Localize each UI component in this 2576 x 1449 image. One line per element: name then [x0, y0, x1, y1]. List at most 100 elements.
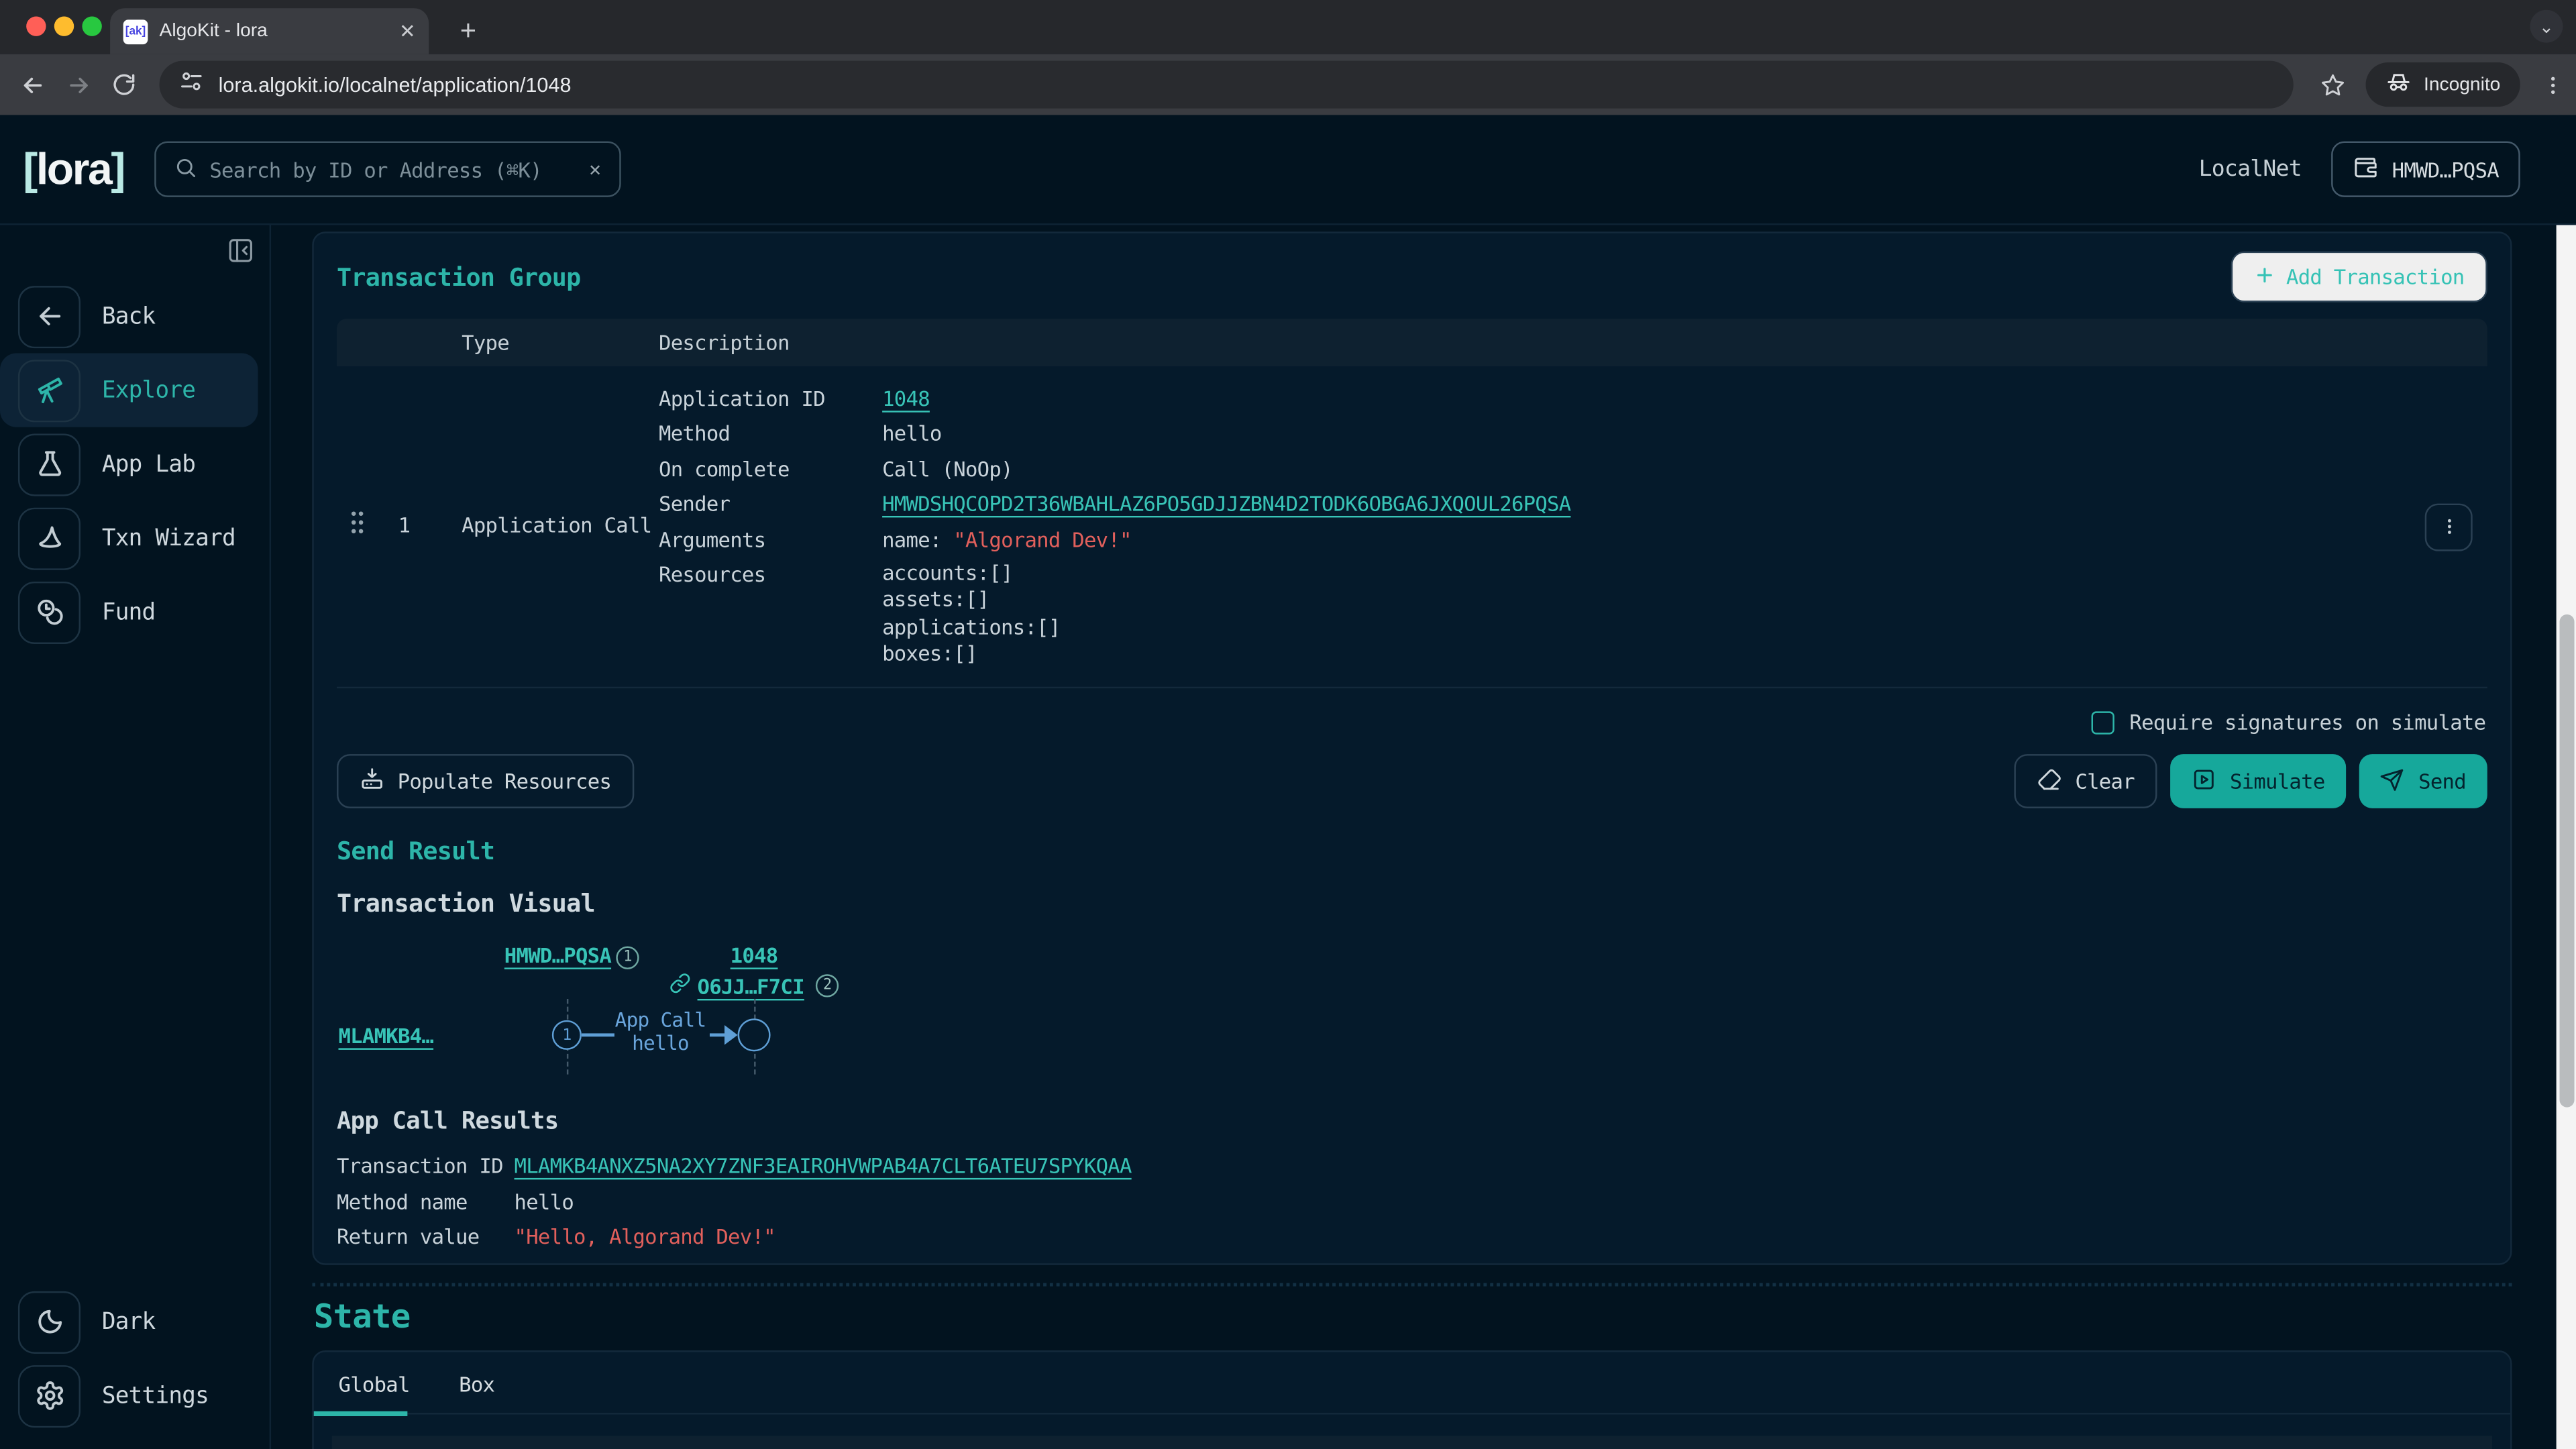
transaction-group-card: Transaction Group Add Transaction Type — [312, 231, 2512, 1265]
sidebar-item-settings[interactable]: Settings — [0, 1358, 258, 1432]
search-icon — [173, 154, 196, 185]
url-text[interactable]: lora.algokit.io/localnet/application/104… — [219, 73, 572, 96]
macos-minimize-button[interactable] — [54, 16, 74, 36]
search-input[interactable] — [209, 157, 576, 182]
site-settings-icon[interactable] — [179, 68, 204, 101]
incognito-icon — [2386, 69, 2412, 101]
bookmark-star-icon[interactable] — [2310, 62, 2357, 108]
moon-icon — [18, 1291, 80, 1353]
populate-resources-button[interactable]: Populate Resources — [337, 755, 634, 809]
sidebar-item-app-lab[interactable]: App Lab — [0, 427, 258, 501]
account-badge: 1 — [616, 947, 639, 969]
gear-icon — [18, 1364, 80, 1427]
page-scrollbar[interactable] — [2557, 225, 2576, 1449]
column-description: Description — [659, 330, 2487, 355]
field-label: Resources — [659, 557, 882, 667]
telescope-icon — [18, 359, 80, 421]
plus-icon — [2253, 264, 2275, 290]
send-button[interactable]: Send — [2359, 755, 2487, 809]
arrow-left-icon — [18, 285, 80, 347]
browser-toolbar: lora.algokit.io/localnet/application/104… — [0, 54, 2576, 115]
row-type: Application Call — [442, 512, 659, 537]
group-badge: 2 — [816, 975, 839, 998]
visual-app-link[interactable]: 1048 — [731, 943, 778, 968]
incognito-label: Incognito — [2424, 74, 2500, 94]
state-table-header: Key Type Value — [332, 1436, 2492, 1449]
edge-line — [710, 1034, 726, 1037]
macos-close-button[interactable] — [26, 16, 46, 36]
search-clear-icon[interactable]: ✕ — [589, 158, 600, 180]
screen: [ak] AlgoKit - lora ✕ + ⌄ lora.algokit.i… — [0, 0, 2576, 1449]
tab-search-icon[interactable]: ⌄ — [2530, 10, 2563, 43]
sidebar: Back Explore App Lab — [0, 225, 271, 1449]
global-search[interactable]: ✕ — [154, 142, 621, 197]
network-label[interactable]: LocalNet — [2199, 156, 2302, 182]
app-call-results-title: App Call Results — [337, 1110, 2510, 1136]
transaction-group-title: Transaction Group — [337, 262, 581, 292]
macos-zoom-button[interactable] — [82, 16, 101, 36]
sidebar-item-explore[interactable]: Explore — [0, 354, 258, 427]
transaction-table: Type Description 1 Application Call Appl… — [337, 319, 2487, 689]
incognito-badge: Incognito — [2366, 62, 2520, 107]
field-label: Method — [659, 417, 882, 451]
tab-title: AlgoKit - lora — [160, 21, 388, 41]
from-node: 1 — [552, 1020, 582, 1050]
argument-value: "Algorand Dev!" — [953, 527, 1131, 551]
sender-address-link[interactable]: HMWDSHQCOPD2T36WBAHLAZ6PO5GDJJZBN4D2TODK… — [882, 486, 1570, 521]
visual-from-account-link[interactable]: HMWD…PQSA — [504, 943, 611, 968]
back-icon[interactable] — [10, 62, 56, 108]
table-header-row: Type Description — [337, 319, 2487, 366]
app-call-results: Transaction IDMLAMKB4ANXZ5NA2XY7ZNF3EAIR… — [337, 1148, 2510, 1253]
coins-icon — [18, 581, 80, 643]
field-label: Arguments — [659, 522, 882, 557]
clear-button[interactable]: Clear — [2015, 755, 2157, 809]
row-menu-button[interactable] — [2425, 503, 2473, 551]
download-tray-icon — [360, 767, 384, 796]
sidebar-item-txn-wizard[interactable]: Txn Wizard — [0, 501, 258, 575]
refresh-icon[interactable] — [102, 62, 148, 108]
tab-box[interactable]: Box — [459, 1372, 494, 1413]
sidebar-item-fund[interactable]: Fund — [0, 575, 258, 649]
table-row[interactable]: 1 Application Call Application ID1048 Me… — [337, 366, 2487, 689]
field-label: Application ID — [659, 381, 882, 416]
state-title: State — [314, 1296, 2557, 1336]
visual-group-link[interactable]: O6JJ…F7CI — [698, 974, 804, 999]
link-chain-icon — [669, 973, 691, 999]
eraser-icon — [2037, 767, 2062, 796]
browser-tab-bar: [ak] AlgoKit - lora ✕ + ⌄ — [0, 0, 2576, 54]
play-square-icon — [2192, 767, 2217, 796]
url-bar[interactable]: lora.algokit.io/localnet/application/104… — [159, 61, 2294, 109]
edge-label: App Call hello — [608, 1011, 713, 1055]
transaction-id-link[interactable]: MLAMKB4ANXZ5NA2XY7ZNF3EAIROHVWPAB4A7CLT6… — [515, 1148, 1132, 1183]
require-signatures-checkbox[interactable] — [2092, 711, 2114, 734]
transaction-visual-diagram: HMWD…PQSA1 1048 O6JJ…F7CI2 — [338, 934, 2510, 1093]
new-tab-button[interactable]: + — [447, 10, 490, 53]
sidebar-collapse-icon[interactable] — [227, 237, 255, 271]
lora-logo[interactable]: [lora] — [23, 144, 124, 195]
state-card: Global Box Key Type Value — [312, 1350, 2512, 1449]
tab-global[interactable]: Global — [338, 1372, 409, 1413]
app-header: [lora] ✕ LocalNet HMWD…PQSA — [0, 115, 2576, 225]
resources-list: accounts:[] assets:[] applications:[] bo… — [882, 557, 1060, 667]
forward-icon[interactable] — [56, 62, 102, 108]
tab-close-icon[interactable]: ✕ — [399, 19, 416, 42]
sidebar-item-back[interactable]: Back — [0, 279, 258, 353]
simulate-button[interactable]: Simulate — [2171, 755, 2347, 809]
visual-txn-link[interactable]: MLAMKB4… — [338, 1024, 433, 1049]
scrollbar-thumb[interactable] — [2559, 614, 2573, 1108]
to-node — [738, 1019, 771, 1052]
theme-toggle-dark[interactable]: Dark — [0, 1285, 258, 1358]
add-transaction-button[interactable]: Add Transaction — [2231, 252, 2487, 303]
row-index: 1 — [376, 512, 442, 537]
wallet-address: HMWD…PQSA — [2392, 157, 2499, 182]
wallet-icon — [2353, 154, 2379, 185]
application-id-link[interactable]: 1048 — [882, 381, 930, 416]
lora-app: [lora] ✕ LocalNet HMWD…PQSA — [0, 115, 2576, 1449]
browser-menu-icon[interactable] — [2530, 62, 2576, 108]
transaction-visual-title: Transaction Visual — [337, 889, 2510, 918]
require-signatures-label: Require signatures on simulate — [2129, 710, 2485, 735]
browser-tab[interactable]: [ak] AlgoKit - lora ✕ — [110, 8, 429, 54]
drag-handle-icon[interactable] — [347, 508, 366, 540]
wallet-button[interactable]: HMWD…PQSA — [2331, 142, 2520, 197]
edge-arrow-icon — [724, 1026, 738, 1045]
